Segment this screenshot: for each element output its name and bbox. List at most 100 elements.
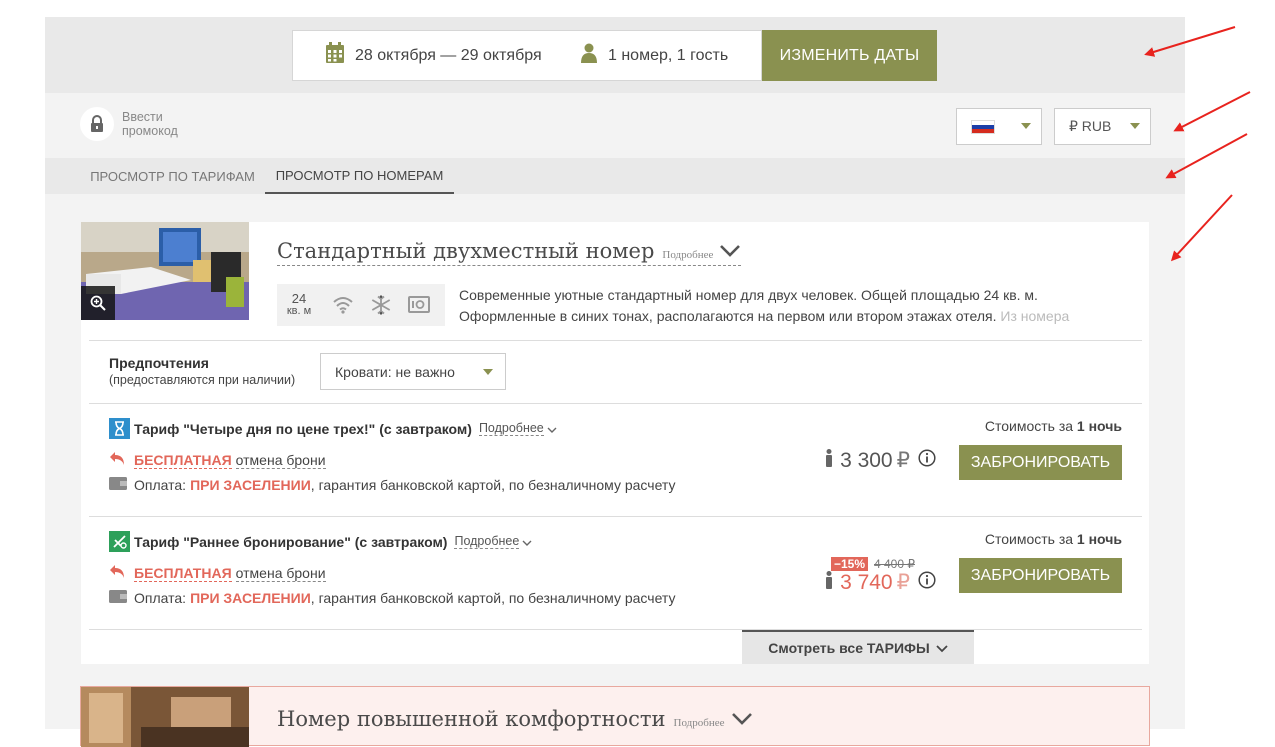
booking-widget: 28 октября — 29 октября 1 номер, 1 гость… bbox=[45, 17, 1185, 747]
cost-for-label: Стоимость за 1 ночь bbox=[985, 531, 1122, 547]
cancel-text: отмена брони bbox=[235, 564, 326, 582]
rate-more-link: Подробнее bbox=[478, 421, 544, 436]
rate-name-link[interactable]: Тариф "Четыре дня по цене трех!" (с завт… bbox=[109, 418, 557, 439]
chevron-down-icon bbox=[1130, 123, 1140, 129]
see-all-label: Смотреть все ТАРИФЫ bbox=[768, 640, 930, 656]
chevron-down-icon bbox=[522, 534, 532, 550]
book-button[interactable]: ЗАБРОНИРОВАТЬ bbox=[959, 558, 1122, 593]
lock-icon bbox=[80, 107, 114, 141]
wallet-icon bbox=[109, 476, 127, 493]
chevron-down-icon bbox=[1021, 123, 1031, 129]
bed-preference-select[interactable]: Кровати: не важно bbox=[320, 353, 506, 390]
cancellation-info: БЕСПЛАТНАЯ отмена брони bbox=[109, 451, 326, 469]
room-description: Современные уютные стандартный номер для… bbox=[459, 285, 1109, 327]
cancel-free-label[interactable]: БЕСПЛАТНАЯ bbox=[134, 452, 232, 469]
room-photo[interactable] bbox=[81, 687, 249, 747]
divider bbox=[89, 340, 1142, 341]
area-unit: кв. м bbox=[286, 305, 312, 317]
wallet-icon bbox=[109, 589, 127, 606]
dates-text: 28 октября — 29 октября bbox=[355, 46, 542, 64]
room-card: Номер повышенной комфортности Подробнее bbox=[80, 686, 1150, 747]
description-line2-text: Оформленные в синих тонах, располагаются… bbox=[459, 308, 997, 324]
price: 3 300 ₽ bbox=[825, 448, 936, 473]
discount-info: −15% 4 400 ₽ bbox=[830, 557, 915, 571]
person-icon bbox=[825, 448, 833, 473]
rate-name: Тариф "Четыре дня по цене трех!" (с завт… bbox=[134, 420, 472, 437]
wifi-icon bbox=[329, 291, 357, 319]
language-select[interactable] bbox=[956, 108, 1042, 145]
pay-when: ПРИ ЗАСЕЛЕНИИ bbox=[190, 589, 311, 606]
promo-line1: Ввести bbox=[122, 110, 163, 124]
chevron-down-icon bbox=[547, 421, 557, 437]
currency-select[interactable]: ₽ RUB bbox=[1054, 108, 1151, 145]
change-dates-button[interactable]: ИЗМЕНИТЬ ДАТЫ bbox=[762, 30, 937, 81]
room-card: Стандартный двухместный номер Подробнее … bbox=[81, 222, 1149, 664]
room-photo[interactable] bbox=[81, 222, 249, 320]
search-summary[interactable]: 28 октября — 29 октября 1 номер, 1 гость bbox=[292, 30, 762, 81]
room-more-link: Подробнее bbox=[673, 717, 725, 729]
chevron-down-icon bbox=[731, 707, 753, 731]
cost-for-text: Стоимость за bbox=[984, 418, 1074, 434]
promo-line2: промокод bbox=[122, 124, 178, 138]
search-bar: 28 октября — 29 октября 1 номер, 1 гость… bbox=[45, 17, 1185, 93]
promo-code-link[interactable]: Ввести промокод bbox=[80, 107, 202, 141]
preferences-subtitle: (предоставляются при наличии) bbox=[109, 373, 296, 387]
pay-prefix: Оплата: bbox=[134, 589, 187, 606]
early-booking-icon bbox=[109, 531, 130, 552]
price-value: 3 300 bbox=[840, 448, 893, 472]
snowflake-icon bbox=[367, 291, 395, 319]
cancel-free-label[interactable]: БЕСПЛАТНАЯ bbox=[134, 565, 232, 582]
area-value: 24 bbox=[291, 291, 307, 306]
info-icon[interactable] bbox=[918, 448, 936, 473]
discount-badge: −15% bbox=[830, 557, 868, 571]
info-icon[interactable] bbox=[918, 570, 936, 595]
cost-for-label: Стоимость за 1 ночь bbox=[985, 418, 1122, 434]
payment-info: Оплата: ПРИ ЗАСЕЛЕНИИ , гарантия банковс… bbox=[109, 589, 675, 606]
pay-rest: , гарантия банковской картой, по безнали… bbox=[310, 589, 676, 606]
view-tabs: ПРОСМОТР ПО ТАРИФАМ ПРОСМОТР ПО НОМЕРАМ bbox=[45, 158, 1185, 194]
tab-by-rates[interactable]: ПРОСМОТР ПО ТАРИФАМ bbox=[85, 158, 260, 194]
chevron-down-icon bbox=[719, 239, 741, 263]
guests-text: 1 номер, 1 гость bbox=[608, 46, 729, 64]
cost-for-text: Стоимость за bbox=[984, 531, 1074, 547]
guests-field[interactable]: 1 номер, 1 гость bbox=[580, 31, 728, 80]
nights-count: 1 ночь bbox=[1076, 531, 1122, 547]
room-title-link[interactable]: Стандартный двухместный номер Подробнее bbox=[277, 239, 742, 266]
russian-flag-icon bbox=[971, 119, 995, 134]
payment-info: Оплата: ПРИ ЗАСЕЛЕНИИ , гарантия банковс… bbox=[109, 476, 675, 493]
room-title-link[interactable]: Номер повышенной комфортности Подробнее bbox=[277, 707, 753, 731]
pay-when: ПРИ ЗАСЕЛЕНИИ bbox=[190, 476, 311, 493]
bed-select-value: Кровати: не важно bbox=[335, 363, 455, 380]
rate-name: Тариф "Раннее бронирование" (с завтраком… bbox=[134, 533, 448, 550]
annotation-arrow bbox=[1173, 91, 1251, 132]
chevron-down-icon bbox=[483, 369, 493, 375]
person-icon bbox=[825, 570, 833, 595]
person-icon bbox=[580, 43, 598, 68]
rate-name-link[interactable]: Тариф "Раннее бронирование" (с завтраком… bbox=[109, 531, 532, 552]
room-amenities: 24 кв. м bbox=[277, 284, 445, 326]
see-all-rates-button[interactable]: Смотреть все ТАРИФЫ bbox=[742, 630, 974, 664]
tab-by-rooms[interactable]: ПРОСМОТР ПО НОМЕРАМ bbox=[265, 158, 454, 194]
rate-more-link: Подробнее bbox=[454, 534, 520, 549]
chevron-down-icon bbox=[936, 640, 948, 656]
undo-arrow-icon bbox=[109, 451, 126, 469]
promo-code-label: Ввести промокод bbox=[122, 110, 202, 138]
zoom-icon[interactable] bbox=[81, 286, 115, 320]
price-value: 3 740 bbox=[840, 570, 893, 594]
description-line1: Современные уютные стандартный номер для… bbox=[459, 287, 1038, 303]
price-currency: ₽ bbox=[896, 571, 910, 594]
cancel-text: отмена брони bbox=[235, 451, 326, 469]
room-title: Номер повышенной комфортности bbox=[277, 707, 666, 731]
pay-prefix: Оплата: bbox=[134, 476, 187, 493]
calendar-icon bbox=[325, 42, 345, 69]
rate-row: Тариф "Раннее бронирование" (с завтраком… bbox=[89, 517, 1142, 629]
price: 3 740 ₽ bbox=[825, 570, 936, 595]
book-button[interactable]: ЗАБРОНИРОВАТЬ bbox=[959, 445, 1122, 480]
divider bbox=[89, 629, 1142, 630]
dates-field[interactable]: 28 октября — 29 октября bbox=[325, 31, 542, 80]
price-currency: ₽ bbox=[896, 449, 910, 472]
undo-arrow-icon bbox=[109, 564, 126, 582]
cancellation-info: БЕСПЛАТНАЯ отмена брони bbox=[109, 564, 326, 582]
pay-rest: , гарантия банковской картой, по безнали… bbox=[310, 476, 676, 493]
currency-value: ₽ RUB bbox=[1069, 118, 1112, 134]
